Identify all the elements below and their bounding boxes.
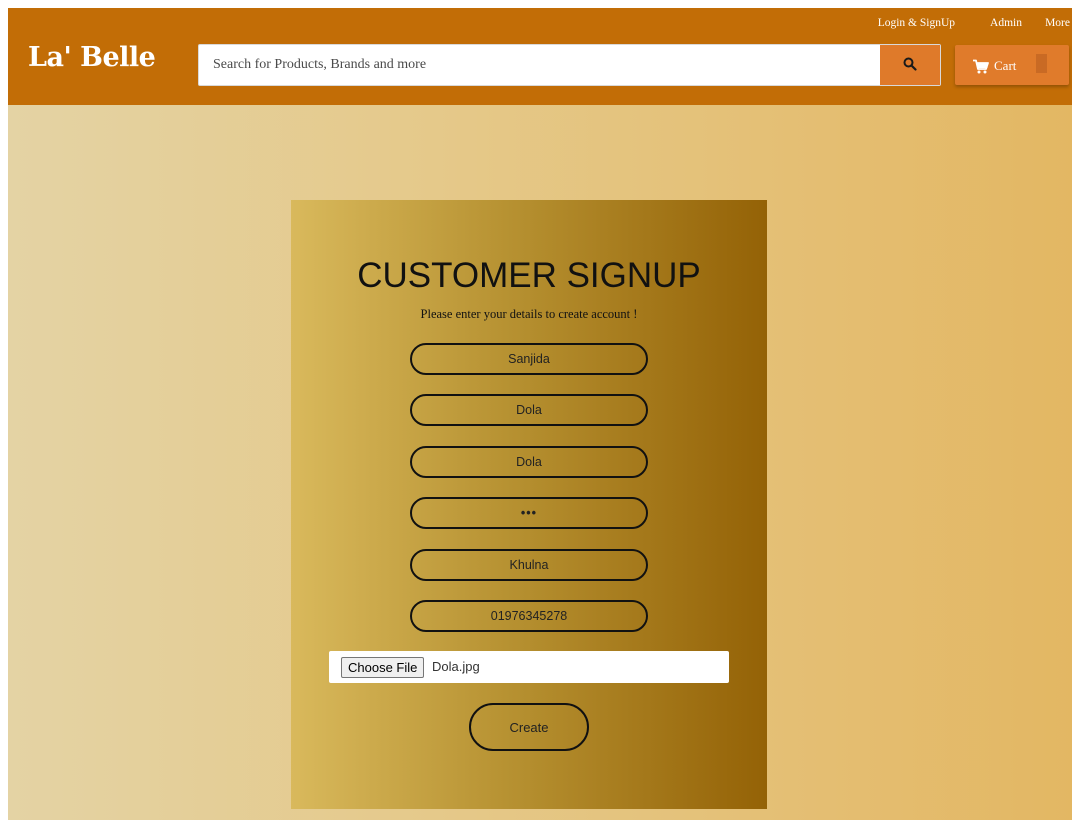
last-name-field[interactable] <box>410 394 648 426</box>
search-bar <box>198 44 941 86</box>
choose-file-button[interactable]: Choose File <box>341 657 425 678</box>
nav-more[interactable]: More <box>1045 17 1070 29</box>
signup-card: CUSTOMER SIGNUP Please enter your detail… <box>291 200 767 809</box>
create-button[interactable]: Create <box>469 703 589 751</box>
file-upload: Choose File Dola.jpg <box>329 651 729 683</box>
search-button[interactable] <box>880 45 940 85</box>
nav-login-signup[interactable]: Login & SignUp <box>878 17 955 29</box>
username-field[interactable] <box>410 446 648 478</box>
cart-count-badge <box>1036 54 1047 73</box>
cart-icon <box>973 59 989 74</box>
cart-label: Cart <box>994 58 1017 73</box>
phone-field[interactable] <box>410 600 648 632</box>
password-field[interactable] <box>410 497 648 529</box>
cart-button[interactable]: Cart <box>955 45 1069 85</box>
logo[interactable]: La' Belle <box>28 42 156 73</box>
search-icon <box>903 57 917 71</box>
form-subtitle: Please enter your details to create acco… <box>420 307 638 321</box>
address-field[interactable] <box>410 549 648 581</box>
first-name-field[interactable] <box>410 343 648 375</box>
search-input[interactable] <box>199 45 879 85</box>
header-bar: La' Belle Login & SignUp Admin More C <box>8 8 1072 105</box>
file-name: Dola.jpg <box>432 659 480 674</box>
form-title: CUSTOMER SIGNUP <box>357 256 701 295</box>
page: La' Belle Login & SignUp Admin More C <box>8 8 1072 820</box>
nav-admin[interactable]: Admin <box>990 17 1022 29</box>
